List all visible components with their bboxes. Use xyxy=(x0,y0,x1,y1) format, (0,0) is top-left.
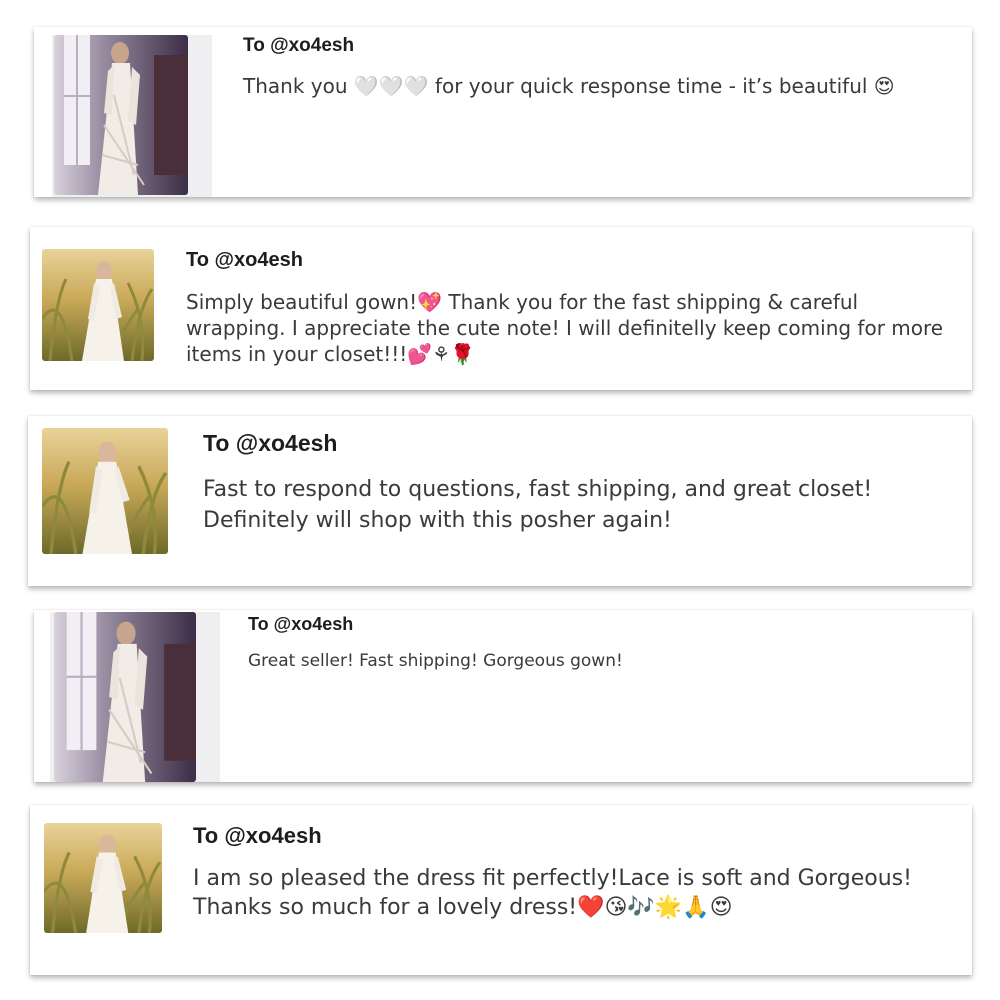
review-card: To @xo4esh Great seller! Fast shipping! … xyxy=(34,610,972,782)
review-recipient[interactable]: To @xo4esh xyxy=(193,823,322,849)
review-card: To @xo4esh Fast to respond to questions,… xyxy=(28,416,972,586)
review-card: To @xo4esh Simply beautiful gown!💖 Thank… xyxy=(30,227,972,390)
review-card: To @xo4esh Thank you 🤍🤍🤍 for your quick … xyxy=(34,27,972,197)
dress-field-photo[interactable] xyxy=(44,823,162,933)
review-recipient[interactable]: To @xo4esh xyxy=(248,614,353,635)
review-recipient[interactable]: To @xo4esh xyxy=(203,430,337,457)
dress-field-photo[interactable] xyxy=(42,428,168,554)
review-message: Fast to respond to questions, fast shipp… xyxy=(203,477,873,534)
review-recipient[interactable]: To @xo4esh xyxy=(186,249,303,272)
review-message: Simply beautiful gown!💖 Thank you for th… xyxy=(186,290,944,366)
review-message: Thank you 🤍🤍🤍 for your quick response ti… xyxy=(243,74,895,98)
dress-field-photo[interactable] xyxy=(42,249,154,361)
dress-window-photo[interactable] xyxy=(54,35,188,195)
dress-window-photo[interactable] xyxy=(54,612,196,782)
review-card: To @xo4esh I am so pleased the dress fit… xyxy=(30,805,972,975)
review-message: Great seller! Fast shipping! Gorgeous go… xyxy=(248,651,623,671)
review-recipient[interactable]: To @xo4esh xyxy=(243,35,354,57)
review-message: I am so pleased the dress fit perfectly!… xyxy=(193,866,912,920)
